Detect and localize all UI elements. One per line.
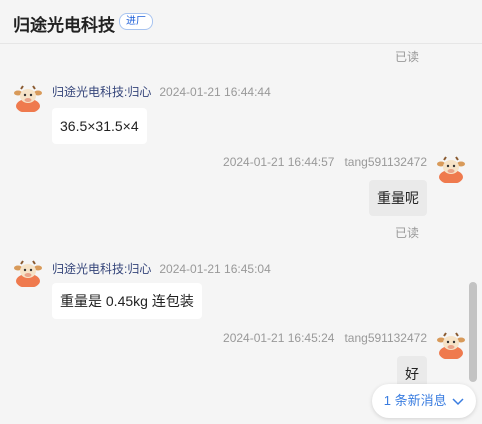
message-bubble[interactable]: 36.5×31.5×4 <box>52 108 147 144</box>
chat-header: 归途光电科技 进厂 <box>0 0 482 44</box>
message-time: 2024-01-21 16:44:57 <box>223 155 335 169</box>
message-sender-line: 归途光电科技:归心 2024-01-21 16:45:04 <box>52 260 271 277</box>
sender-name: tang591132472 <box>344 155 427 169</box>
new-messages-label: 1 条新消息 <box>383 393 447 408</box>
message-meta-line: 2024-01-21 16:45:24 tang591132472 <box>160 331 427 345</box>
message-meta-line: 2024-01-21 16:44:57 tang591132472 <box>160 155 427 169</box>
avatar-icon[interactable] <box>437 155 465 184</box>
read-receipt: 已读 <box>395 50 420 64</box>
scrollbar-thumb[interactable] <box>469 282 477 382</box>
sender-name[interactable]: 归途光电科技:归心 <box>52 85 151 99</box>
message-time: 2024-01-21 16:45:24 <box>223 331 335 345</box>
new-messages-button[interactable]: 1 条新消息 <box>372 384 476 418</box>
message-bubble[interactable]: 重量呢 <box>369 180 427 216</box>
avatar-icon[interactable] <box>437 331 465 360</box>
read-receipt: 已读 <box>395 226 420 240</box>
sender-name[interactable]: 归途光电科技:归心 <box>52 262 151 276</box>
avatar-icon[interactable] <box>14 259 42 288</box>
message-time: 2024-01-21 16:44:44 <box>159 85 271 99</box>
shop-name[interactable]: 归途光电科技 <box>13 11 115 36</box>
sender-name: tang591132472 <box>344 331 427 345</box>
message-sender-line: 归途光电科技:归心 2024-01-21 16:44:44 <box>52 83 271 100</box>
message-time: 2024-01-21 16:45:04 <box>159 262 271 276</box>
avatar-icon[interactable] <box>14 84 42 113</box>
message-bubble[interactable]: 重量是 0.45kg 连包装 <box>52 283 202 319</box>
chevron-down-icon <box>452 398 464 405</box>
shop-tag-badge: 进厂 <box>119 13 153 30</box>
